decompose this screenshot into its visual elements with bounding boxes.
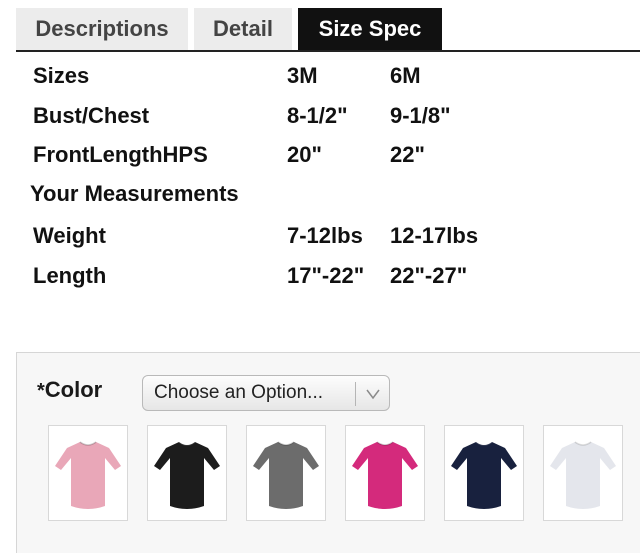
chevron-down-icon	[361, 377, 385, 424]
spec-value-6m: 6M	[390, 63, 421, 88]
required-mark: *	[37, 380, 45, 402]
spec-value-6m: 12-17lbs	[390, 223, 479, 248]
spec-label: Bust/Chest	[33, 103, 150, 128]
select-divider	[355, 382, 356, 406]
spec-value-3m: 20"	[287, 142, 322, 167]
swatch-navy[interactable]	[444, 425, 524, 521]
spec-label: Length	[33, 263, 107, 288]
spec-label: Sizes	[33, 63, 90, 88]
spec-row-bust-chest: Bust/Chest 8-1/2" 9-1/8"	[0, 98, 640, 134]
spec-row-length: Length 17"-22" 22"-27"	[0, 258, 640, 294]
baby-gown-icon	[352, 441, 418, 509]
swatch-pink[interactable]	[48, 425, 128, 521]
tab-size-spec[interactable]: Size Spec	[298, 8, 442, 50]
swatch-white[interactable]	[543, 425, 623, 521]
swatch-gray[interactable]	[246, 425, 326, 521]
baby-gown-icon	[451, 441, 517, 509]
spec-value-6m: 9-1/8"	[390, 103, 451, 128]
spec-value-3m: 3M	[287, 63, 318, 88]
spec-value-3m: 7-12lbs	[287, 223, 363, 248]
swatch-black[interactable]	[147, 425, 227, 521]
spec-label: FrontLengthHPS	[33, 142, 208, 167]
spec-value-6m: 22"-27"	[390, 263, 468, 288]
baby-gown-icon	[55, 441, 121, 509]
spec-value-3m: 8-1/2"	[287, 103, 348, 128]
tab-bar: Descriptions Detail Size Spec	[16, 8, 640, 52]
spec-row-weight: Weight 7-12lbs 12-17lbs	[0, 218, 640, 254]
color-select-value: Choose an Option...	[154, 382, 323, 403]
tab-descriptions[interactable]: Descriptions	[16, 8, 188, 50]
spec-value-6m: 22"	[390, 142, 425, 167]
color-label-text: Color	[44, 377, 103, 402]
color-option-label: *Color	[37, 376, 102, 405]
spec-label: Weight	[33, 223, 106, 248]
section-heading: Your Measurements	[30, 181, 239, 206]
color-select[interactable]: Choose an Option...	[142, 375, 390, 411]
spec-row-front-length: FrontLengthHPS 20" 22"	[0, 137, 640, 173]
baby-gown-icon	[154, 441, 220, 509]
tab-detail[interactable]: Detail	[194, 8, 292, 50]
baby-gown-icon	[253, 441, 319, 509]
baby-gown-icon	[550, 441, 616, 509]
swatch-fuchsia[interactable]	[345, 425, 425, 521]
spec-section-your-measurements: Your Measurements	[0, 176, 640, 212]
spec-row-sizes: Sizes 3M 6M	[0, 58, 640, 94]
spec-value-3m: 17"-22"	[287, 263, 365, 288]
